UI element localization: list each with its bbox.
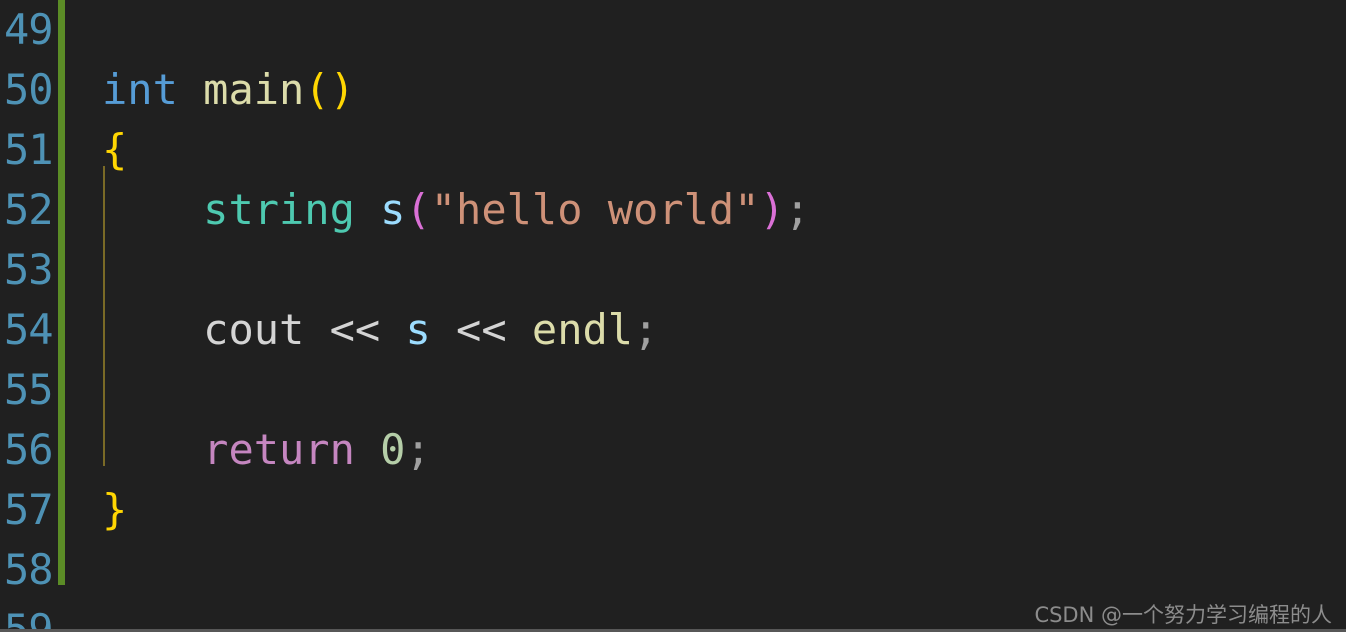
token-string-literal: "hello world"	[430, 185, 760, 234]
code-line-51[interactable]: {	[102, 120, 127, 180]
token-open-paren: (	[405, 185, 431, 234]
line-number-54[interactable]: 54	[0, 300, 54, 360]
token-keyword-return: return	[203, 425, 355, 474]
token-variable-s: s	[405, 305, 431, 354]
line-number-59[interactable]: 59	[0, 600, 54, 632]
token-keyword-int: int	[102, 65, 178, 114]
token-number-zero: 0	[380, 425, 406, 474]
line-number-51[interactable]: 51	[0, 120, 54, 180]
line-number-52[interactable]: 52	[0, 180, 54, 240]
csdn-watermark: CSDN @一个努力学习编程的人	[1034, 603, 1332, 627]
change-indicator-bar	[58, 0, 65, 585]
token-stream-cout: cout	[203, 305, 305, 354]
line-number-57[interactable]: 57	[0, 480, 54, 540]
line-number-50[interactable]: 50	[0, 60, 54, 120]
code-editor[interactable]: 49 50 51 52 53 54 55 56 57 58 59 int mai…	[0, 0, 1346, 632]
token-function-main: main	[203, 65, 305, 114]
token-constant-endl: endl	[531, 305, 634, 354]
token-operator-shift-left-1: <<	[304, 305, 406, 354]
token-type-string: string	[203, 185, 355, 234]
line-number-56[interactable]: 56	[0, 420, 54, 480]
token-semicolon: ;	[405, 425, 431, 474]
token-parens: ()	[304, 65, 355, 114]
code-line-57[interactable]: }	[102, 480, 127, 540]
token-operator-shift-left-2: <<	[430, 305, 532, 354]
token-open-brace: {	[102, 125, 128, 174]
line-number-58[interactable]: 58	[0, 540, 54, 600]
code-line-56[interactable]: return 0;	[102, 420, 431, 480]
token-close-brace: }	[102, 485, 128, 534]
code-line-54[interactable]: cout << s << endl;	[102, 300, 658, 360]
line-number-49[interactable]: 49	[0, 0, 54, 60]
code-line-50[interactable]: int main()	[102, 60, 355, 120]
token-variable-s: s	[380, 185, 406, 234]
editor-gutter[interactable]: 49 50 51 52 53 54 55 56 57 58 59	[0, 0, 58, 632]
token-semicolon: ;	[784, 185, 811, 234]
token-close-paren: )	[759, 185, 785, 234]
token-semicolon: ;	[633, 305, 659, 354]
line-number-55[interactable]: 55	[0, 360, 54, 420]
code-line-52[interactable]: string s("hello world");	[102, 180, 810, 240]
line-number-53[interactable]: 53	[0, 240, 54, 300]
